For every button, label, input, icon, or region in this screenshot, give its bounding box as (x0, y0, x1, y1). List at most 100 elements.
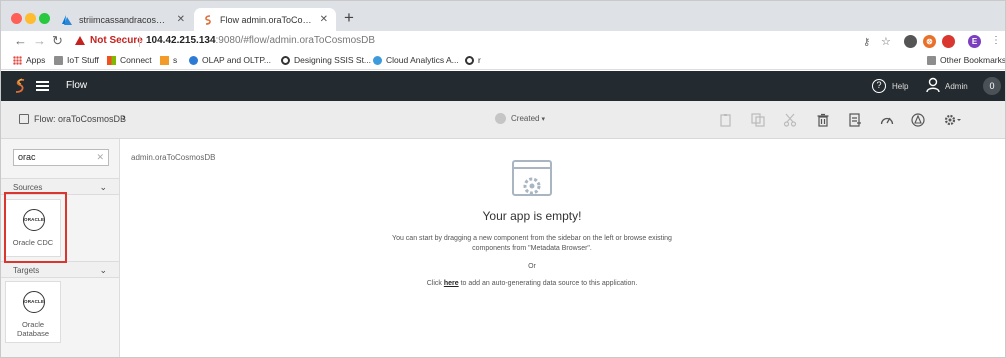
maximize-window-button[interactable] (39, 13, 50, 24)
key-icon[interactable]: ⚷ (863, 36, 870, 50)
forward-arrow-icon[interactable]: → (33, 34, 46, 48)
y-icon (160, 55, 169, 65)
alert-icon[interactable] (911, 113, 925, 127)
help-label[interactable]: Help (892, 82, 908, 91)
hint-prefix: Click (426, 280, 444, 287)
globe-icon (465, 55, 474, 65)
bookmark-label: IoT Stuff (67, 55, 99, 65)
tab-striimcassandracosmos[interactable]: striimcassandracosmos - Data ✕ (53, 8, 193, 31)
copy-icon[interactable] (751, 113, 765, 127)
flow-canvas[interactable]: admin.oraToCosmosDB Your app is empty! Y… (121, 139, 1005, 357)
bookmark-label: r (478, 55, 481, 65)
extension-icon[interactable] (942, 35, 955, 48)
auto-generate-link[interactable]: here (444, 280, 459, 287)
app-path: admin.oraToCosmosDB (131, 153, 216, 162)
close-tab-icon[interactable]: ✕ (320, 14, 328, 25)
security-indicator[interactable]: Not Secure (75, 35, 143, 46)
bookmark-iot-stuff[interactable]: IoT Stuff (54, 55, 99, 65)
component-label: Oracle Database (16, 320, 50, 338)
bookmarks-bar: Apps IoT Stuff Connect s OLAP and OLTP..… (1, 52, 1005, 70)
paste-icon[interactable] (719, 113, 733, 127)
back-arrow-icon[interactable]: ← (14, 34, 27, 48)
chevron-down-icon: ⌄ (99, 265, 107, 275)
highlight-box (4, 192, 67, 263)
targets-section-header[interactable]: Targets ⌄ (1, 261, 119, 278)
menu-dots-icon[interactable]: ⋮ (991, 34, 1001, 48)
user-label[interactable]: Admin (945, 82, 968, 91)
close-window-button[interactable] (11, 13, 22, 24)
clear-search-icon[interactable]: ✕ (96, 152, 104, 163)
help-icon[interactable]: ? (872, 79, 886, 93)
gauge-icon[interactable] (880, 113, 894, 127)
search-value: orac (18, 152, 36, 162)
oracle-icon: ORACLE (23, 291, 45, 313)
striim-logo-icon[interactable] (14, 78, 26, 94)
cut-icon[interactable] (783, 113, 797, 127)
empty-app-icon (512, 160, 552, 196)
bookmark-s[interactable]: s (160, 55, 177, 65)
extension-icon[interactable]: ⊗ (923, 35, 936, 48)
warning-icon (75, 36, 85, 45)
profile-avatar[interactable]: E (968, 35, 981, 48)
tab-title: striimcassandracosmos - Data (79, 14, 171, 25)
bookmark-cloud-analytics[interactable]: Cloud Analytics A... (373, 55, 459, 65)
bookmark-ssis[interactable]: Designing SSIS St... (281, 55, 371, 65)
trash-icon[interactable] (816, 113, 830, 127)
bookmark-connect[interactable]: Connect (107, 55, 152, 65)
tab-flow[interactable]: Flow admin.oraToCosmosDB ✕ (194, 8, 336, 31)
database-icon (189, 55, 198, 65)
empty-description: You can start by dragging a new componen… (392, 235, 672, 252)
divider (139, 36, 140, 47)
app-title: Flow (66, 80, 88, 91)
reload-icon[interactable]: ↻ (52, 34, 63, 48)
globe-icon (281, 55, 290, 65)
tab-bar: striimcassandracosmos - Data ✕ Flow admi… (1, 1, 1005, 31)
chevron-down-icon: ▾ (541, 115, 545, 123)
address-bar: ← → ↻ Not Secure 104.42.215.134:9080/#fl… (1, 31, 1005, 52)
bookmark-apps[interactable]: Apps (13, 55, 45, 65)
tab-title: Flow admin.oraToCosmosDB (220, 14, 314, 25)
component-search-input[interactable]: orac ✕ (13, 149, 109, 166)
striim-icon (205, 14, 211, 25)
empty-title: Your app is empty! (482, 209, 582, 223)
minimize-window-button[interactable] (25, 13, 36, 24)
close-tab-icon[interactable]: ✕ (177, 14, 185, 25)
auto-generate-hint: Click here to add an auto-generating dat… (121, 280, 943, 287)
sitemap-icon (19, 114, 29, 124)
url-field[interactable]: 104.42.215.134:9080/#flow/admin.oraToCos… (146, 35, 375, 46)
export-icon[interactable] (848, 113, 862, 127)
breadcrumb-label: Flow: oraToCosmosDB (34, 114, 127, 124)
bookmark-label: s (173, 55, 178, 65)
new-tab-button[interactable]: + (344, 9, 354, 26)
url-host: 104.42.215.134 (146, 35, 216, 46)
azure-icon (62, 14, 72, 25)
folder-icon (54, 55, 63, 65)
apps-grid-icon (13, 55, 22, 65)
status-dropdown[interactable]: Created ▾ (495, 113, 545, 124)
bookmark-label: Apps (26, 55, 46, 65)
settings-gear-icon[interactable] (943, 113, 961, 127)
bookmark-other[interactable]: Other Bookmarks (927, 55, 1006, 65)
extension-icon[interactable] (904, 35, 917, 48)
bookmark-r[interactable]: r (465, 55, 481, 65)
cloud-icon (373, 55, 382, 65)
flow-toolbar: Flow: oraToCosmosDB › Created ▾ (1, 101, 1005, 139)
breadcrumb[interactable]: Flow: oraToCosmosDB (19, 114, 126, 124)
status-label: Created (511, 114, 540, 123)
star-icon[interactable]: ☆ (881, 35, 891, 49)
notification-badge[interactable]: 0 (983, 77, 1001, 95)
menu-hamburger-icon[interactable] (36, 81, 49, 91)
bookmark-label: Other Bookmarks (940, 55, 1006, 65)
hint-suffix: to add an auto-generating data source to… (458, 280, 638, 287)
browser-window: striimcassandracosmos - Data ✕ Flow admi… (0, 0, 1006, 358)
status-dot (495, 113, 506, 124)
bookmark-label: Designing SSIS St... (294, 55, 372, 65)
component-oracle-database[interactable]: ORACLE Oracle Database (5, 281, 61, 343)
bookmark-olap[interactable]: OLAP and OLTP... (189, 55, 271, 65)
chevron-down-icon: ⌄ (99, 182, 107, 192)
chevron-right-icon[interactable]: › (122, 112, 126, 124)
user-icon[interactable] (926, 77, 940, 93)
folder-icon (927, 55, 936, 65)
app-header: Flow ? Help Admin 0 (1, 71, 1005, 101)
section-label: Targets (13, 266, 40, 275)
